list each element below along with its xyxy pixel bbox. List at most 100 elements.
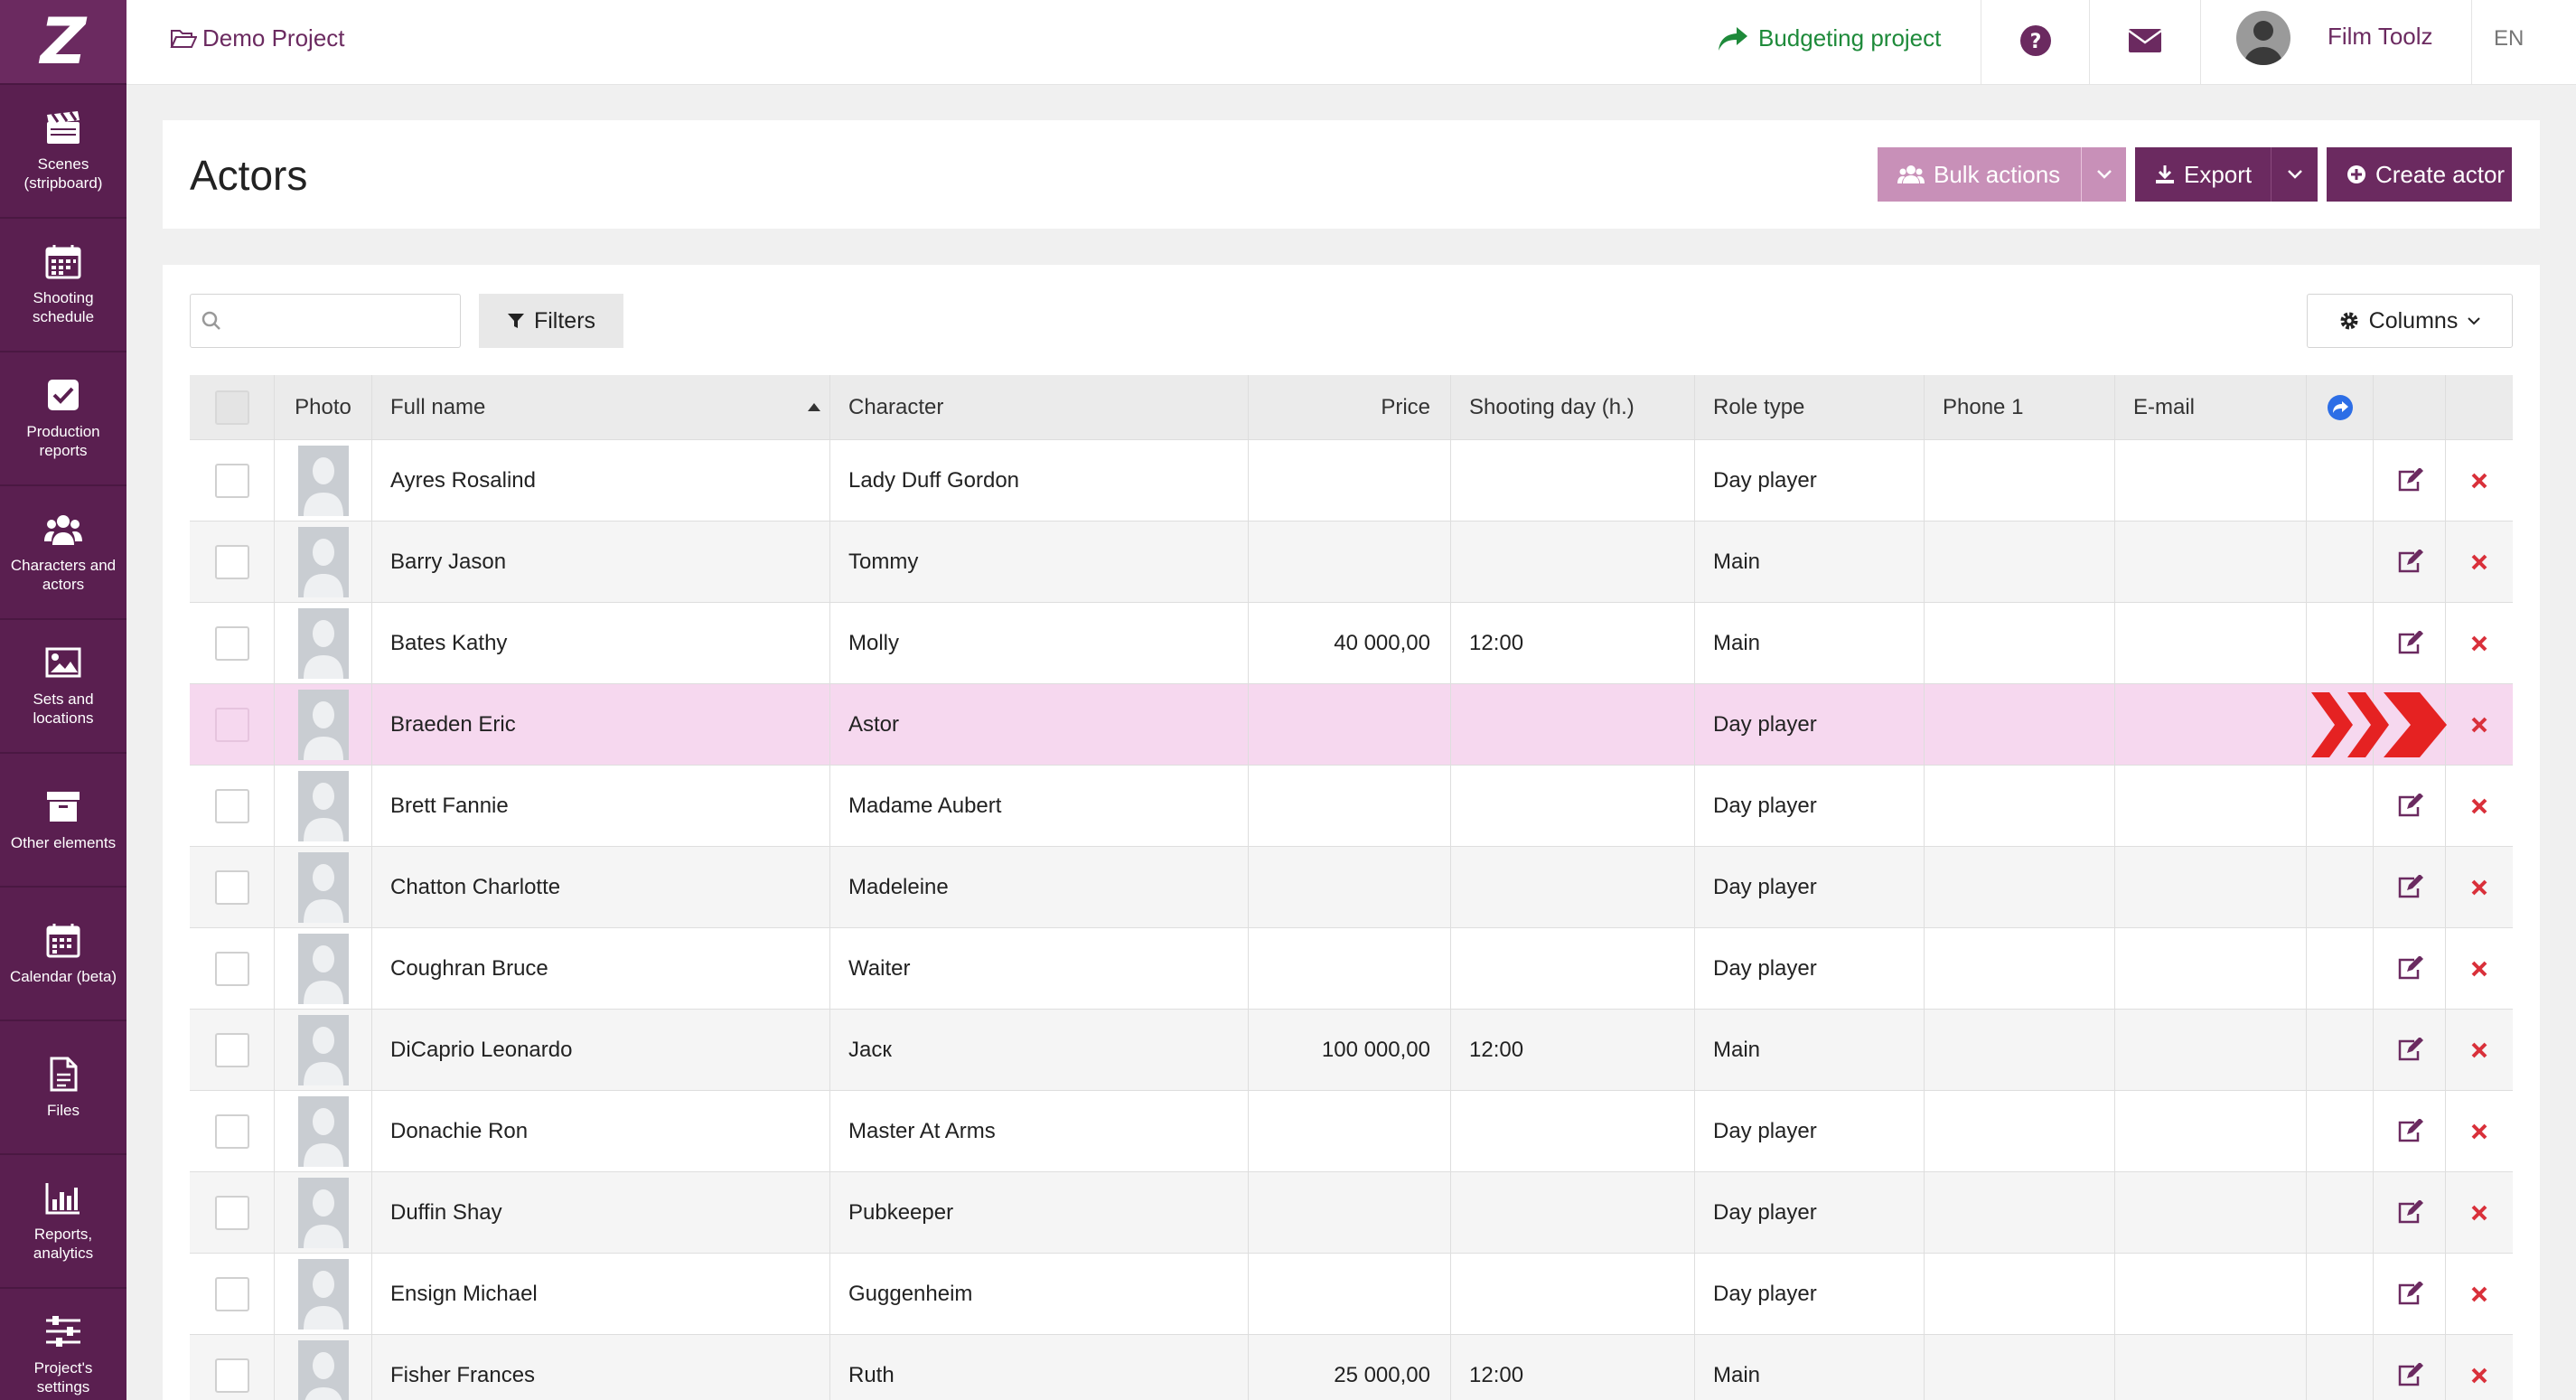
project-link[interactable]: Demo Project bbox=[170, 24, 345, 52]
column-header-price[interactable]: Price bbox=[1249, 375, 1451, 439]
delete-icon[interactable] bbox=[2470, 1204, 2488, 1222]
row-checkbox[interactable] bbox=[214, 544, 249, 579]
columns-button[interactable]: Columns bbox=[2307, 294, 2513, 348]
delete-icon[interactable] bbox=[2470, 634, 2488, 653]
table-row[interactable]: Bates Kathy Molly 40 000,00 12:00 Main bbox=[190, 603, 2513, 684]
delete-icon[interactable] bbox=[2470, 1041, 2488, 1059]
avatar-placeholder[interactable] bbox=[297, 1339, 349, 1400]
delete-icon[interactable] bbox=[2470, 960, 2488, 978]
table-row[interactable]: Ayres Rosalind Lady Duff Gordon Day play… bbox=[190, 440, 2513, 521]
row-checkbox[interactable] bbox=[214, 625, 249, 661]
export-button[interactable]: Export bbox=[2135, 147, 2271, 202]
full-name-cell[interactable]: Ayres Rosalind bbox=[372, 440, 830, 521]
column-header-shooting-day[interactable]: Shooting day (h.) bbox=[1451, 375, 1695, 439]
sidebar-item-production[interactable]: Production reports bbox=[0, 352, 126, 486]
column-header-role-type[interactable]: Role type bbox=[1695, 375, 1925, 439]
avatar-placeholder[interactable] bbox=[297, 526, 349, 597]
full-name-cell[interactable]: Braeden Eric bbox=[372, 684, 830, 765]
row-checkbox[interactable] bbox=[214, 463, 249, 498]
edit-icon[interactable] bbox=[2396, 1362, 2423, 1388]
help-icon[interactable]: ? bbox=[2019, 23, 2053, 58]
edit-icon[interactable] bbox=[2396, 793, 2423, 819]
row-checkbox[interactable] bbox=[214, 951, 249, 986]
row-checkbox[interactable] bbox=[214, 1113, 249, 1149]
row-checkbox[interactable] bbox=[214, 707, 249, 742]
create-actor-button[interactable]: Create actor bbox=[2327, 147, 2512, 202]
sidebar-item-reports[interactable]: Reports, analytics bbox=[0, 1155, 126, 1289]
table-row[interactable]: Fisher Frances Ruth 25 000,00 12:00 Main bbox=[190, 1335, 2513, 1400]
full-name-cell[interactable]: Bates Kathy bbox=[372, 603, 830, 683]
sidebar-item-calendar-beta[interactable]: Calendar (beta) bbox=[0, 888, 126, 1021]
edit-icon[interactable] bbox=[2396, 630, 2423, 656]
sidebar-item-characters-and[interactable]: Characters and actors bbox=[0, 486, 126, 620]
delete-icon[interactable] bbox=[2470, 716, 2488, 734]
full-name-cell[interactable]: Brett Fannie bbox=[372, 766, 830, 846]
avatar-placeholder[interactable] bbox=[297, 1095, 349, 1167]
full-name-cell[interactable]: Fisher Frances bbox=[372, 1335, 830, 1400]
delete-icon[interactable] bbox=[2470, 1123, 2488, 1141]
row-checkbox[interactable] bbox=[214, 1358, 249, 1393]
avatar-placeholder[interactable] bbox=[297, 933, 349, 1004]
delete-icon[interactable] bbox=[2470, 472, 2488, 490]
mail-icon[interactable] bbox=[2127, 27, 2163, 54]
avatar-placeholder[interactable] bbox=[297, 1014, 349, 1085]
sidebar-item-sets-and[interactable]: Sets and locations bbox=[0, 620, 126, 754]
edit-icon[interactable] bbox=[2396, 1037, 2423, 1063]
edit-icon[interactable] bbox=[2396, 549, 2423, 575]
full-name-cell[interactable]: Coughran Bruce bbox=[372, 928, 830, 1009]
edit-icon[interactable] bbox=[2396, 1118, 2423, 1144]
table-row[interactable]: Coughran Bruce Waiter Day player bbox=[190, 928, 2513, 1010]
bulk-actions-dropdown[interactable] bbox=[2081, 147, 2126, 202]
table-row[interactable]: Donachie Ron Master At Arms Day player bbox=[190, 1091, 2513, 1172]
full-name-cell[interactable]: Chatton Charlotte bbox=[372, 847, 830, 927]
logo[interactable]: Z bbox=[0, 0, 126, 85]
row-checkbox[interactable] bbox=[214, 869, 249, 905]
column-header-phone[interactable]: Phone 1 bbox=[1925, 375, 2115, 439]
column-header-character[interactable]: Character bbox=[830, 375, 1249, 439]
delete-icon[interactable] bbox=[2470, 797, 2488, 815]
row-checkbox[interactable] bbox=[214, 788, 249, 823]
full-name-cell[interactable]: Duffin Shay bbox=[372, 1172, 830, 1253]
filters-button[interactable]: Filters bbox=[479, 294, 623, 348]
edit-icon[interactable] bbox=[2396, 955, 2423, 982]
avatar-placeholder[interactable] bbox=[297, 607, 349, 679]
user-name[interactable]: Film Toolz bbox=[2328, 23, 2433, 51]
avatar-placeholder[interactable] bbox=[297, 851, 349, 923]
avatar-placeholder[interactable] bbox=[297, 770, 349, 841]
avatar-placeholder[interactable] bbox=[297, 1177, 349, 1248]
sidebar-item-other-elements[interactable]: Other elements bbox=[0, 754, 126, 888]
edit-icon[interactable] bbox=[2396, 874, 2423, 900]
column-header-email[interactable]: E-mail bbox=[2115, 375, 2307, 439]
sidebar-item-scenes[interactable]: Scenes (stripboard) bbox=[0, 85, 126, 219]
delete-icon[interactable] bbox=[2470, 553, 2488, 571]
avatar-placeholder[interactable] bbox=[297, 445, 349, 516]
sidebar-item-project-s[interactable]: Project's settings bbox=[0, 1289, 126, 1400]
table-row[interactable]: Brett Fannie Madame Aubert Day player bbox=[190, 766, 2513, 847]
table-row[interactable]: Chatton Charlotte Madeleine Day player bbox=[190, 847, 2513, 928]
table-row[interactable]: Duffin Shay Pubkeeper Day player bbox=[190, 1172, 2513, 1254]
export-dropdown[interactable] bbox=[2271, 147, 2318, 202]
full-name-cell[interactable]: Donachie Ron bbox=[372, 1091, 830, 1171]
row-checkbox[interactable] bbox=[214, 1032, 249, 1067]
table-row[interactable]: Braeden Eric Astor Day player bbox=[190, 684, 2513, 766]
edit-icon[interactable] bbox=[2396, 1281, 2423, 1307]
row-checkbox[interactable] bbox=[214, 1195, 249, 1230]
avatar-placeholder[interactable] bbox=[297, 689, 349, 760]
budgeting-project-link[interactable]: Budgeting project bbox=[1717, 24, 1941, 52]
language-switcher[interactable]: EN bbox=[2494, 26, 2524, 52]
sidebar-item-shooting[interactable]: Shooting schedule bbox=[0, 219, 126, 352]
avatar-placeholder[interactable] bbox=[297, 1258, 349, 1330]
select-all-checkbox[interactable] bbox=[214, 390, 249, 425]
bulk-actions-button[interactable]: Bulk actions bbox=[1878, 147, 2081, 202]
delete-icon[interactable] bbox=[2470, 879, 2488, 897]
share-circle-icon[interactable] bbox=[2327, 394, 2354, 421]
full-name-cell[interactable]: DiCaprio Leonardo bbox=[372, 1010, 830, 1090]
table-row[interactable]: Barry Jason Tommy Main bbox=[190, 521, 2513, 603]
user-avatar[interactable] bbox=[2236, 11, 2290, 65]
full-name-cell[interactable]: Barry Jason bbox=[372, 521, 830, 602]
delete-icon[interactable] bbox=[2470, 1285, 2488, 1303]
full-name-cell[interactable]: Ensign Michael bbox=[372, 1254, 830, 1334]
edit-icon[interactable] bbox=[2396, 1199, 2423, 1226]
column-header-full-name[interactable]: Full name bbox=[372, 375, 830, 439]
sidebar-item-files[interactable]: Files bbox=[0, 1021, 126, 1155]
